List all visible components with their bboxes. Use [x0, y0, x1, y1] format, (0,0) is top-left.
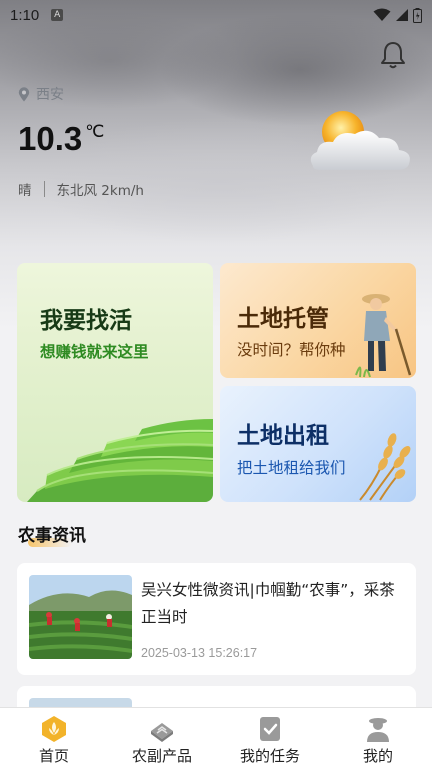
find-work-subtitle: 想赚钱就来这里 — [40, 343, 149, 361]
temperature-value: 10.3 — [18, 120, 83, 157]
farmer-illustration — [355, 294, 412, 378]
wheat-illustration — [359, 433, 411, 501]
wind-label: 东北风 2km/h — [56, 183, 144, 199]
partly-cloudy-icon — [310, 111, 410, 170]
battery-icon — [413, 7, 422, 23]
tab-profile[interactable]: 我的 — [324, 708, 432, 769]
tasks-icon — [260, 717, 280, 741]
news-thumbnail — [29, 575, 132, 659]
tab-label: 我的任务 — [239, 747, 300, 765]
condition-label: 晴 — [18, 183, 32, 199]
news-item[interactable]: 吴兴女性微资讯|巾帼勤“农事”，采茶正当时 2025-03-13 15:26:1… — [17, 563, 416, 675]
find-work-title: 我要找活 — [40, 308, 132, 334]
land-rent-title: 土地出租 — [237, 423, 329, 449]
status-time: 1:10 — [10, 6, 40, 24]
tab-label: 我的 — [362, 747, 393, 765]
location-label: 西安 — [36, 87, 64, 103]
profile-icon — [367, 718, 389, 742]
wifi-icon — [373, 8, 391, 21]
home-icon — [42, 716, 66, 742]
tab-label: 首页 — [38, 747, 69, 765]
location[interactable]: 西安 — [18, 84, 64, 104]
location-pin-icon — [18, 86, 30, 101]
temperature: 10.3 ℃ — [18, 120, 104, 158]
tab-home[interactable]: 首页 — [0, 708, 108, 769]
status-bar: 1:10 A — [0, 0, 432, 30]
news-title: 吴兴女性微资讯|巾帼勤“农事”，采茶正当时 — [141, 581, 395, 626]
land-trust-card[interactable]: 土地托管 没时间？帮你种 — [220, 263, 416, 378]
news-time: 2025-03-13 15:26:17 — [141, 646, 258, 660]
find-work-card[interactable]: 我要找活 想赚钱就来这里 — [17, 263, 213, 502]
weather-condition: 晴 东北风 2km/h — [18, 179, 144, 199]
tab-label: 农副产品 — [131, 747, 192, 765]
products-icon — [151, 723, 173, 742]
terraced-field-illustration — [27, 419, 213, 502]
notification-icon: A — [51, 9, 64, 21]
land-rent-card[interactable]: 土地出租 把土地租给我们 — [220, 386, 416, 502]
temperature-unit: ℃ — [85, 122, 105, 141]
signal-icon — [396, 9, 408, 21]
bell-icon[interactable] — [379, 40, 407, 70]
status-icons — [373, 7, 422, 23]
land-rent-subtitle: 把土地租给我们 — [237, 459, 346, 477]
news-section-title: 农事资讯 — [18, 526, 86, 546]
tab-products[interactable]: 农副产品 — [108, 708, 216, 769]
land-trust-title: 土地托管 — [237, 306, 329, 332]
bottom-tab-bar: 首页 农副产品 我的任务 我的 — [0, 707, 432, 769]
condition-divider — [43, 181, 45, 197]
land-trust-subtitle: 没时间？帮你种 — [237, 341, 346, 359]
tab-tasks[interactable]: 我的任务 — [216, 708, 324, 769]
